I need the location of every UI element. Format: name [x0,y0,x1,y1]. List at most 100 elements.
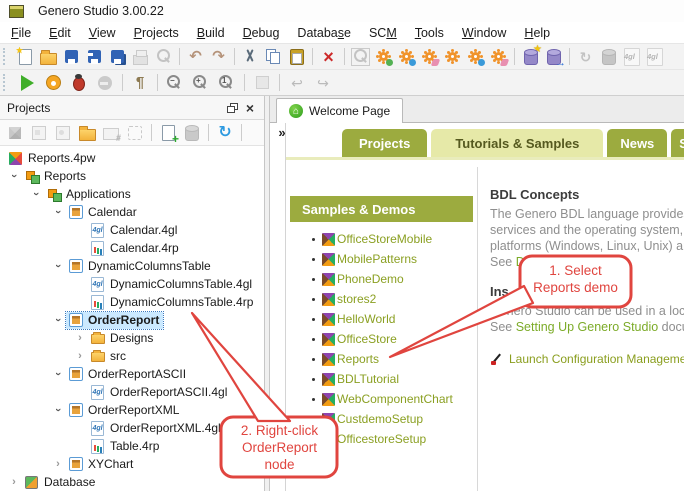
menu-edit[interactable]: Edit [40,24,80,42]
tree-node-src[interactable]: › src [0,347,264,365]
tree-node-dynamiccolumnstable-4rp[interactable]: DynamicColumnsTable.4rp [0,293,264,311]
tree-node-calendar-4rp[interactable]: Calendar.4rp [0,239,264,257]
welcome-tab-news[interactable]: News [607,129,668,157]
format-marks-button[interactable]: ¶ [127,72,153,94]
tree-node-reports[interactable]: › Reports [0,167,264,185]
tree-node-orderreportxml[interactable]: › OrderReportXML [0,401,264,419]
panel-float-button[interactable] [223,100,241,116]
expander-open-icon[interactable]: › [52,204,64,220]
tree-node-orderreportascii-4gl[interactable]: 4gl OrderReportASCII.4gl [0,383,264,401]
save-as-button[interactable] [83,46,106,68]
sample-item-officestoresetup[interactable]: OfficestoreSetup [286,429,477,449]
welcome-tab-tutorials-samples[interactable]: Tutorials & Samples [431,129,604,157]
tree-node-xychart[interactable]: › XYChart [0,455,264,473]
sample-item-stores2[interactable]: stores2 [286,289,477,309]
sample-item-webcomponentchart[interactable]: WebComponentChart [286,389,477,409]
expander-closed-icon[interactable]: › [50,458,66,470]
run-button[interactable] [14,72,40,94]
setting-up-genero-studio-link[interactable]: Setting Up Genero Studio [516,320,658,334]
undo-button[interactable]: ↶ [184,46,207,68]
tree-node-calendar-4gl[interactable]: 4gl Calendar.4gl [0,221,264,239]
build-all-button[interactable] [441,46,464,68]
sample-item-officestoremobile[interactable]: OfficeStoreMobile [286,229,477,249]
save-button[interactable] [60,46,83,68]
expander-open-icon[interactable]: › [52,312,64,328]
tab-welcome-page[interactable]: ⌂ Welcome Page [276,98,404,123]
sample-item-reports[interactable]: Reports [286,349,477,369]
sample-cube-icon [322,332,335,346]
build-button[interactable] [372,46,395,68]
expander-open-icon[interactable]: › [30,186,42,202]
sample-item-bdltutorial[interactable]: BDLTutorial [286,369,477,389]
redo-button[interactable]: ↷ [207,46,230,68]
4rp-report-icon [89,240,106,256]
expander-open-icon[interactable]: › [52,402,64,418]
sample-item-officestore[interactable]: OfficeStore [286,329,477,349]
open-file-button[interactable] [37,46,60,68]
expander-open-icon[interactable]: › [52,366,64,382]
expander-closed-icon[interactable]: › [72,350,88,362]
tree-node-label: Applications [66,187,131,201]
menu-build[interactable]: Build [188,24,234,42]
debug-button[interactable] [66,72,92,94]
menu-database[interactable]: Database [288,24,360,42]
sample-item-helloworld[interactable]: HelloWorld [286,309,477,329]
tree-node-orderreportascii[interactable]: › OrderReportASCII [0,365,264,383]
menu-file[interactable]: File [2,24,40,42]
tree-node-database[interactable]: › Database [0,473,264,491]
tree-node-designs[interactable]: › Designs [0,329,264,347]
menu-window[interactable]: Window [453,24,515,42]
new-file-button[interactable] [14,46,37,68]
tree-node-applications[interactable]: › Applications [0,185,264,203]
panel-close-button[interactable]: × [241,100,259,116]
tree-node-reports-4pw[interactable]: Reports.4pw [0,149,264,167]
build-dependencies-button[interactable] [395,46,418,68]
zoom-reset-button[interactable]: 1 [214,72,240,94]
package-app-button [27,122,51,144]
clean-button[interactable] [418,46,441,68]
new-db-schema-button[interactable]: ★ [519,44,542,68]
tree-node-calendar[interactable]: › Calendar [0,203,264,221]
launch-configuration-management-link[interactable]: Launch Configuration Management [509,351,684,367]
sample-item-mobilepatterns[interactable]: MobilePatterns [286,249,477,269]
menu-view[interactable]: View [80,24,125,42]
menu-tools[interactable]: Tools [406,24,453,42]
tree-node-table-4rp[interactable]: Table.4rp [0,437,264,455]
profile-button[interactable] [40,72,66,94]
save-all-button[interactable] [106,46,129,68]
tree-node-orderreportxml-4gl[interactable]: 4gl OrderReportXML.4gl [0,419,264,437]
tree-node-orderreport[interactable]: › OrderReport [0,310,264,330]
expander-closed-icon[interactable]: › [6,476,22,488]
sample-item-custdemosetup[interactable]: CustdemoSetup [286,409,477,429]
expander-open-icon[interactable]: › [52,258,64,274]
paste-button[interactable] [285,46,308,68]
welcome-tab-s[interactable]: S [671,129,684,157]
clean-all-button[interactable] [487,46,510,68]
sync-project-button[interactable]: ↻ [213,122,237,144]
zoom-in-button[interactable]: + [188,72,214,94]
bdl-text-line: platforms (Windows, Linux, Unix) an [490,239,684,253]
bdl-doc-link[interactable]: D [516,255,525,269]
refresh-schema-button: ↻ [574,46,597,68]
menu-projects[interactable]: Projects [125,24,188,42]
import-db-schema-button[interactable]: → [542,46,566,68]
menu-help[interactable]: Help [515,24,559,42]
copy-button[interactable] [262,46,285,68]
tree-node-dynamiccolumnstable[interactable]: › DynamicColumnsTable [0,257,264,275]
application-icon [67,456,84,472]
welcome-tab-projects[interactable]: Projects [342,129,428,157]
delete-button[interactable]: × [317,46,340,68]
open-project-folder-button[interactable] [75,122,99,144]
tree-node-dynamiccolumnstable-4gl[interactable]: 4gl DynamicColumnsTable.4gl [0,275,264,293]
cut-button[interactable] [239,46,262,68]
expander-closed-icon[interactable]: › [72,332,88,344]
rebuild-all-button[interactable] [464,46,487,68]
sample-item-phonedemo[interactable]: PhoneDemo [286,269,477,289]
expander-open-icon[interactable]: › [8,168,20,184]
menu-scm[interactable]: SCM [360,24,406,42]
new-file-in-project-button[interactable]: + [156,122,180,145]
zoom-out-button[interactable]: − [162,72,188,94]
menu-debug[interactable]: Debug [234,24,289,42]
wrench-icon [490,353,503,366]
bullet-icon [312,257,315,261]
